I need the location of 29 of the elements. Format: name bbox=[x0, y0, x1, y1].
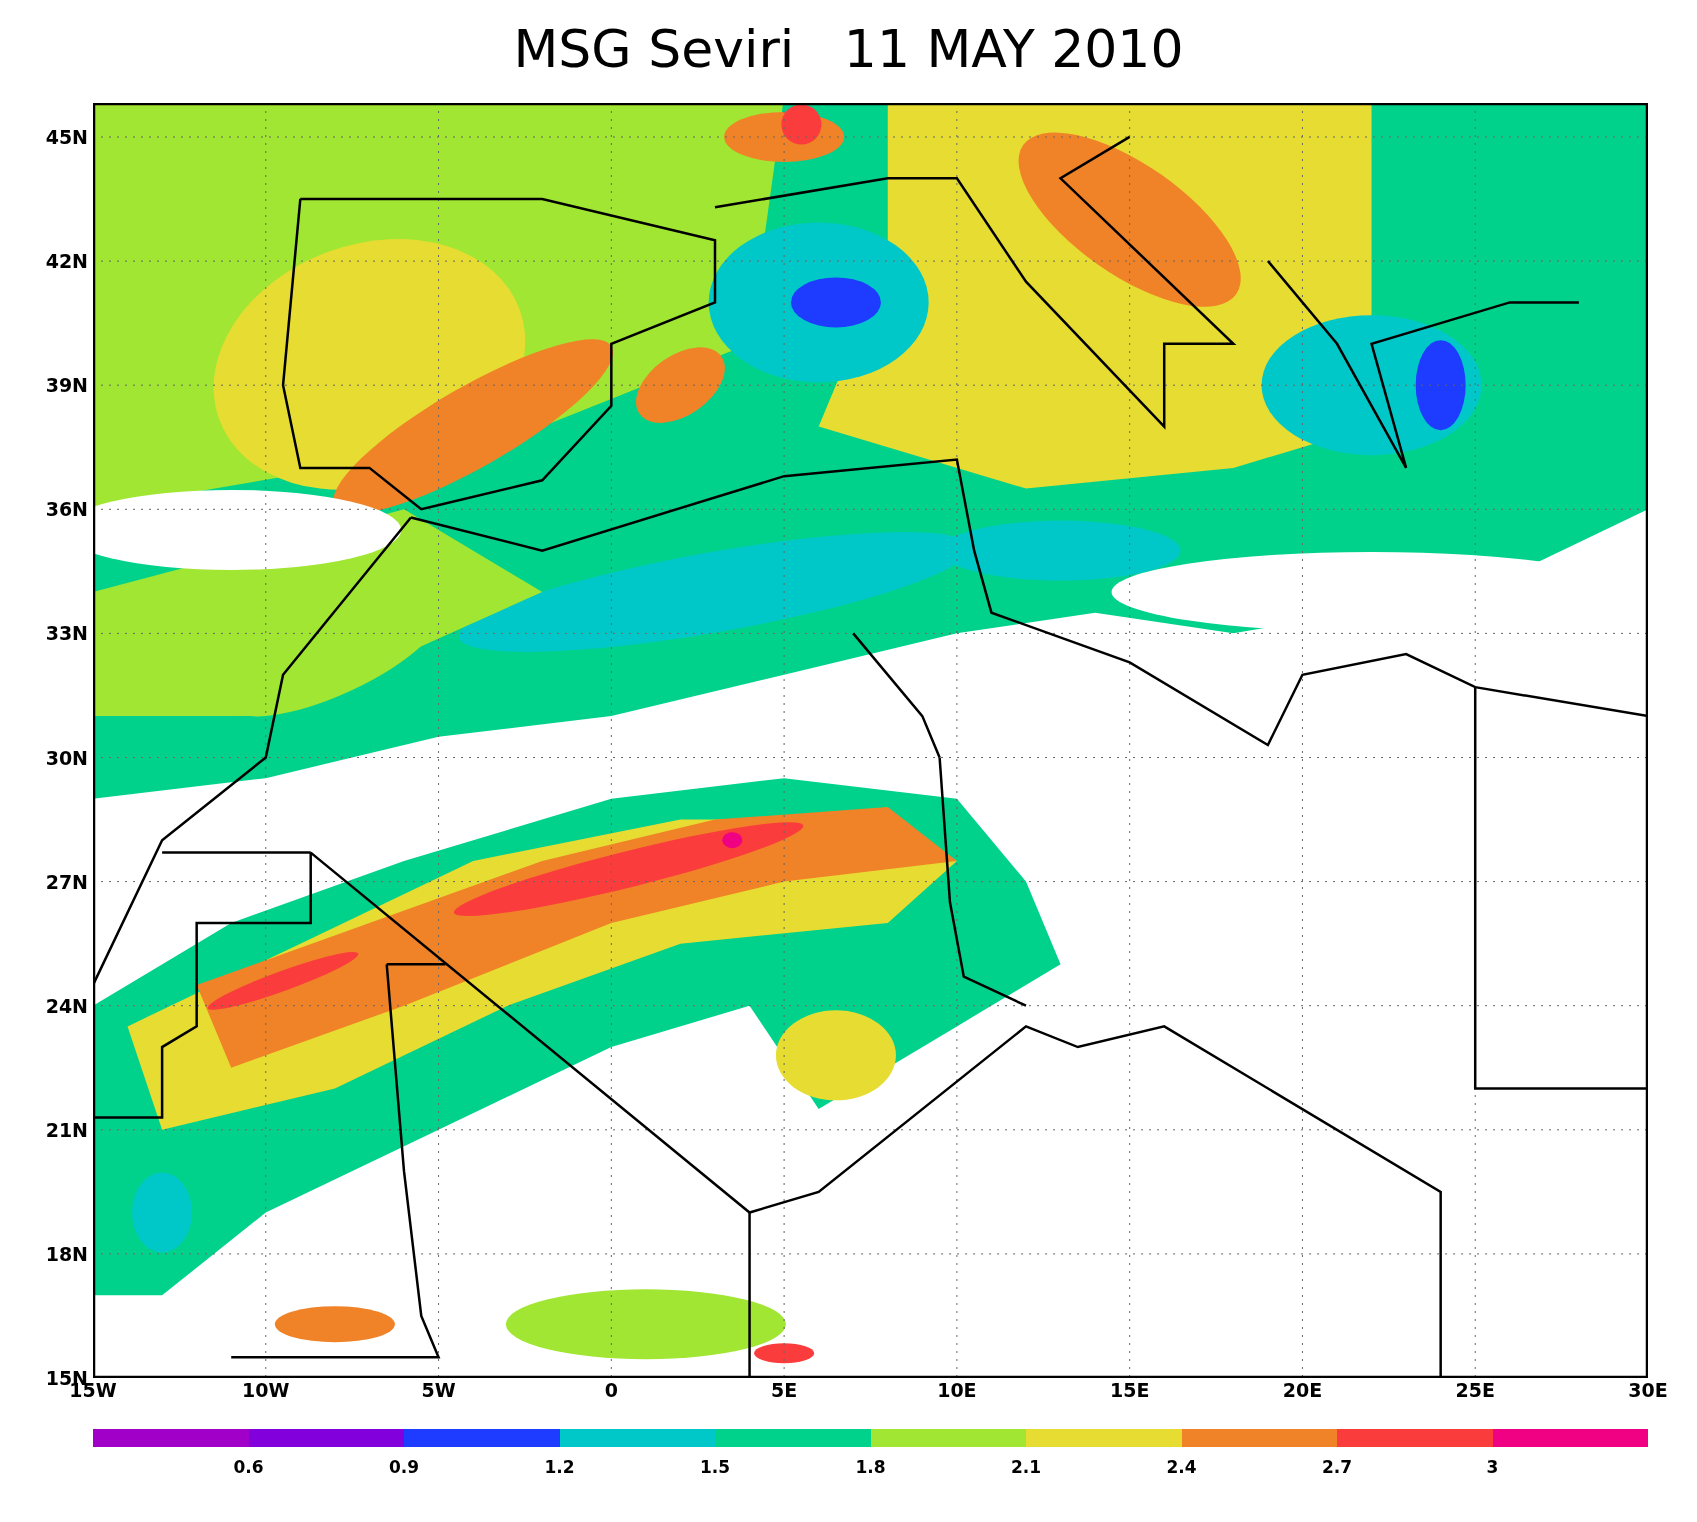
colorbar-label: 1.2 bbox=[544, 1457, 575, 1477]
colorbar-label: 2.1 bbox=[1010, 1457, 1042, 1477]
longitude-label: 5W bbox=[421, 1379, 456, 1401]
chart-title: MSG Seviri 11 MAY 2010 bbox=[513, 18, 1184, 80]
colorbar-label: 2.4 bbox=[1166, 1457, 1197, 1477]
colorbar-label: 0.9 bbox=[388, 1457, 420, 1477]
colorbar-label: 2.7 bbox=[1321, 1457, 1353, 1477]
longitude-label: 15E bbox=[1109, 1379, 1150, 1401]
latitude-label: 33N bbox=[45, 622, 88, 645]
colorbar-label: 0.6 bbox=[233, 1457, 264, 1477]
longitude-label: 25E bbox=[1455, 1379, 1495, 1401]
longitude-label: 20E bbox=[1282, 1379, 1323, 1401]
longitude-label: 10E bbox=[937, 1379, 977, 1401]
colorbar-label: 3 bbox=[1486, 1457, 1499, 1477]
latitude-label: 36N bbox=[45, 498, 88, 521]
longitude-label: 30E bbox=[1628, 1379, 1668, 1401]
colorbar-label: 1.5 bbox=[699, 1457, 731, 1477]
latitude-label: 24N bbox=[45, 994, 88, 1017]
longitude-label: 5E bbox=[771, 1379, 798, 1401]
latitude-label: 18N bbox=[45, 1242, 88, 1265]
colorbar-label: 1.8 bbox=[855, 1457, 886, 1477]
longitude-label: 10W bbox=[242, 1379, 290, 1401]
latitude-label: 45N bbox=[45, 126, 88, 148]
longitude-label: 0 bbox=[604, 1379, 618, 1401]
latitude-label: 30N bbox=[45, 746, 88, 769]
latitude-label: 39N bbox=[45, 374, 88, 397]
latitude-label: 21N bbox=[45, 1118, 88, 1141]
latitude-label: 27N bbox=[45, 870, 88, 893]
latitude-label: 42N bbox=[45, 250, 88, 273]
